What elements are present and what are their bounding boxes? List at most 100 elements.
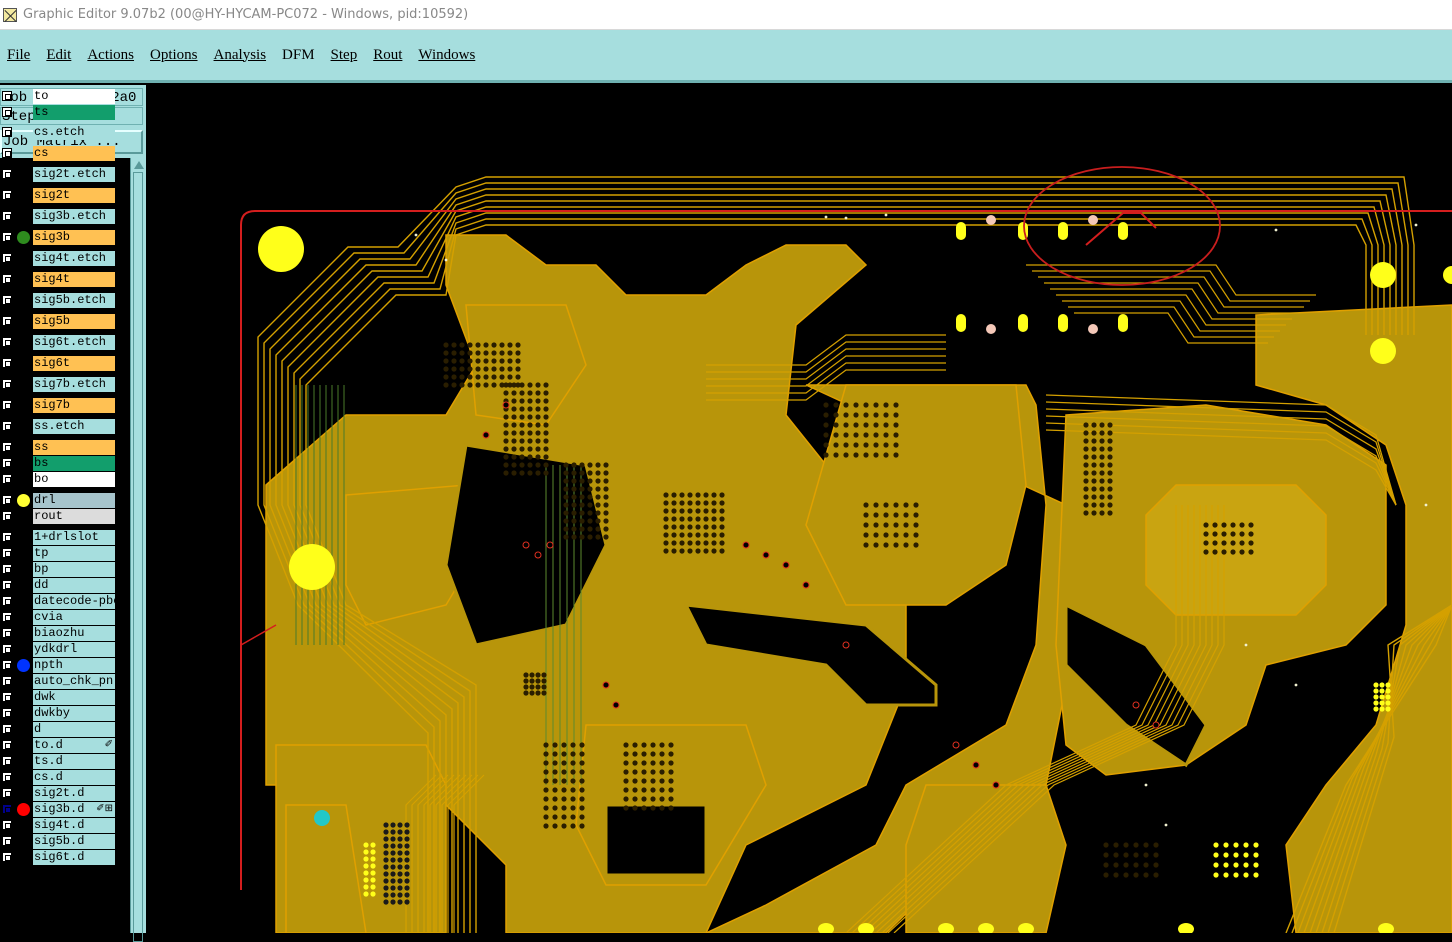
- layer-row-cs[interactable]: cs: [0, 146, 130, 161]
- layer-checkbox[interactable]: [2, 596, 12, 606]
- layer-checkbox[interactable]: [2, 107, 12, 117]
- layer-row-to-d[interactable]: to.d ✐: [0, 738, 130, 753]
- menu-step[interactable]: Step: [331, 47, 358, 64]
- layer-name[interactable]: sig3b.etch: [33, 209, 115, 224]
- layer-checkbox[interactable]: [2, 580, 12, 590]
- layer-name[interactable]: auto_chk_pn: [33, 674, 115, 689]
- layer-name[interactable]: sig5b: [33, 314, 115, 329]
- layer-checkbox[interactable]: [2, 358, 12, 368]
- layer-checkbox[interactable]: [2, 400, 12, 410]
- layer-checkbox[interactable]: [2, 211, 12, 221]
- layer-row-d[interactable]: d: [0, 722, 130, 737]
- layer-row-sig4t[interactable]: sig4t: [0, 272, 130, 287]
- layer-checkbox[interactable]: [2, 91, 12, 101]
- layer-name[interactable]: sig6t.d: [33, 850, 115, 865]
- layer-name[interactable]: sig4t.etch: [33, 251, 115, 266]
- layer-row-sig7b[interactable]: sig7b: [0, 398, 130, 413]
- layer-checkbox[interactable]: [2, 676, 12, 686]
- layer-row-sig6t-d[interactable]: sig6t.d: [0, 850, 130, 865]
- layer-row-to[interactable]: to: [0, 89, 130, 104]
- layer-name[interactable]: ydkdrl: [33, 642, 115, 657]
- layer-checkbox[interactable]: [2, 232, 12, 242]
- layer-row-tp[interactable]: tp: [0, 546, 130, 561]
- layer-name[interactable]: dwkby: [33, 706, 115, 721]
- layer-name[interactable]: sig2t.d: [33, 786, 115, 801]
- layer-name[interactable]: sig5b.d: [33, 834, 115, 849]
- layer-checkbox[interactable]: [2, 548, 12, 558]
- menu-windows[interactable]: Windows: [418, 47, 475, 64]
- layer-row-sig5b[interactable]: sig5b: [0, 314, 130, 329]
- layer-row-cvia[interactable]: cvia: [0, 610, 130, 625]
- layer-checkbox[interactable]: [2, 495, 12, 505]
- layer-checkbox[interactable]: [2, 421, 12, 431]
- layer-name[interactable]: npth: [33, 658, 115, 673]
- layer-name[interactable]: sig2t: [33, 188, 115, 203]
- layer-row-drl[interactable]: drl: [0, 493, 130, 508]
- layer-name[interactable]: sig4t.d: [33, 818, 115, 833]
- layer-checkbox[interactable]: [2, 127, 12, 137]
- layer-checkbox[interactable]: [2, 660, 12, 670]
- layer-row-biaozhu[interactable]: biaozhu: [0, 626, 130, 641]
- layer-checkbox[interactable]: [2, 442, 12, 452]
- layer-row-datecode-pbc[interactable]: datecode-pbc: [0, 594, 130, 609]
- layer-row-bp[interactable]: bp: [0, 562, 130, 577]
- layer-name[interactable]: ts: [33, 105, 115, 120]
- layer-row-sig2t[interactable]: sig2t: [0, 188, 130, 203]
- layer-row-1-drlslot[interactable]: 1+drlslot: [0, 530, 130, 545]
- layer-row-sig3b[interactable]: sig3b: [0, 230, 130, 245]
- layer-row-ts-d[interactable]: ts.d: [0, 754, 130, 769]
- layer-checkbox[interactable]: [2, 724, 12, 734]
- layer-row-sig2t-d[interactable]: sig2t.d: [0, 786, 130, 801]
- scroll-up-arrow-icon[interactable]: [134, 161, 144, 169]
- graphic-canvas[interactable]: [146, 85, 1452, 933]
- layer-checkbox[interactable]: [2, 612, 12, 622]
- layer-name[interactable]: sig7b: [33, 398, 115, 413]
- layer-row-cs-etch[interactable]: cs.etch: [0, 125, 130, 140]
- layer-name[interactable]: sig4t: [33, 272, 115, 287]
- layer-checkbox[interactable]: [2, 190, 12, 200]
- layer-name[interactable]: 1+drlslot: [33, 530, 115, 545]
- layer-checkbox[interactable]: [2, 253, 12, 263]
- layer-row-ss[interactable]: ss: [0, 440, 130, 455]
- menu-edit[interactable]: Edit: [46, 47, 71, 64]
- layer-name[interactable]: sig5b.etch: [33, 293, 115, 308]
- layer-checkbox[interactable]: [2, 316, 12, 326]
- layer-row-sig3b-d[interactable]: sig3b.d ✐⊞: [0, 802, 130, 817]
- layer-checkbox[interactable]: [2, 458, 12, 468]
- layer-checkbox[interactable]: [2, 169, 12, 179]
- layer-row-cs-d[interactable]: cs.d: [0, 770, 130, 785]
- layer-name[interactable]: datecode-pbc: [33, 594, 115, 609]
- layer-checkbox[interactable]: [2, 337, 12, 347]
- layer-checkbox[interactable]: [2, 756, 12, 766]
- layer-row-sig6t[interactable]: sig6t: [0, 356, 130, 371]
- layer-row-rout[interactable]: rout: [0, 509, 130, 524]
- menu-dfm[interactable]: DFM: [282, 47, 315, 64]
- layer-checkbox[interactable]: [2, 708, 12, 718]
- layer-row-auto-chk-pn[interactable]: auto_chk_pn: [0, 674, 130, 689]
- layer-name[interactable]: sig3b: [33, 230, 115, 245]
- layer-checkbox[interactable]: [2, 836, 12, 846]
- layer-name[interactable]: sig2t.etch: [33, 167, 115, 182]
- layer-row-sig4t-etch[interactable]: sig4t.etch: [0, 251, 130, 266]
- layer-row-ss-etch[interactable]: ss.etch: [0, 419, 130, 434]
- layer-checkbox[interactable]: [2, 852, 12, 862]
- layer-name[interactable]: to: [33, 89, 115, 104]
- layer-checkbox[interactable]: [2, 148, 12, 158]
- layer-list-scrollbar[interactable]: [130, 158, 146, 942]
- layer-name[interactable]: cs.d: [33, 770, 115, 785]
- layer-checkbox[interactable]: [2, 740, 12, 750]
- layer-row-npth[interactable]: npth: [0, 658, 130, 673]
- layer-row-dd[interactable]: dd: [0, 578, 130, 593]
- layer-name[interactable]: dd: [33, 578, 115, 593]
- layer-name[interactable]: drl: [33, 493, 115, 508]
- layer-name[interactable]: biaozhu: [33, 626, 115, 641]
- layer-name[interactable]: bs: [33, 456, 115, 471]
- layer-checkbox[interactable]: [2, 474, 12, 484]
- layer-checkbox[interactable]: [2, 511, 12, 521]
- layer-row-dwk[interactable]: dwk: [0, 690, 130, 705]
- menu-options[interactable]: Options: [150, 47, 198, 64]
- layer-name[interactable]: bo: [33, 472, 115, 487]
- layer-name[interactable]: cs: [33, 146, 115, 161]
- layer-name[interactable]: cs.etch: [33, 125, 115, 140]
- layer-name[interactable]: sig7b.etch: [33, 377, 115, 392]
